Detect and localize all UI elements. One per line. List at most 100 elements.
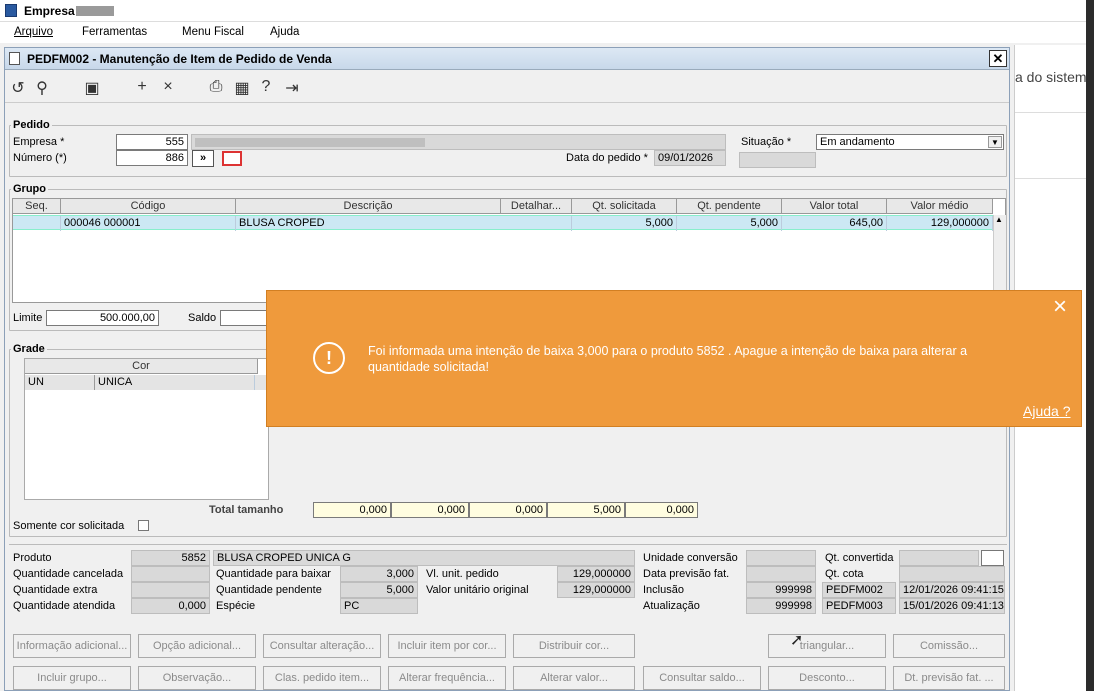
- grade-row[interactable]: UN UNICA: [25, 375, 270, 390]
- vl-unit-field: 129,000000: [557, 566, 635, 582]
- observacao-button[interactable]: Observação...: [138, 666, 256, 690]
- help-icon[interactable]: ?: [255, 78, 277, 96]
- menu-fiscal[interactable]: Menu Fiscal: [182, 26, 244, 38]
- situacao-extra-field: [739, 152, 816, 168]
- especie-field: PC: [340, 598, 418, 614]
- clas-pedido-item-button[interactable]: Clas. pedido item...: [263, 666, 381, 690]
- inclusao-program: PEDFM002: [822, 582, 896, 598]
- window-title: PEDFM002 - Manutenção de Item de Pedido …: [27, 52, 332, 66]
- previsao-fat-field: [746, 566, 816, 582]
- alterar-frequencia-button[interactable]: Alterar frequência...: [388, 666, 506, 690]
- total-tamanho-label: Total tamanho: [209, 504, 284, 516]
- toast-close-icon[interactable]: ×: [1053, 293, 1067, 321]
- background-divider: [1015, 178, 1087, 179]
- total-tamanho-1: 0,000: [313, 502, 391, 518]
- undo-icon[interactable]: ↺: [7, 78, 29, 98]
- menu-arquivo[interactable]: Arquivo: [14, 26, 53, 38]
- inclusao-user: 999998: [746, 582, 816, 598]
- exit-icon[interactable]: ⇥: [281, 78, 303, 98]
- table-row[interactable]: 000046 000001 BLUSA CROPED 5,000 5,000 6…: [13, 215, 993, 231]
- saldo-field[interactable]: [220, 310, 270, 326]
- numero-label: Número (*): [13, 152, 67, 164]
- col-codigo[interactable]: Código: [61, 199, 236, 214]
- toast-message: Foi informada uma intenção de baixa 3,00…: [368, 344, 968, 374]
- distribuir-cor-button[interactable]: Distribuir cor...: [513, 634, 635, 658]
- inclusao-date: 12/01/2026 09:41:15: [899, 582, 1005, 598]
- save-icon[interactable]: ▣: [81, 78, 103, 98]
- close-icon[interactable]: ✕: [989, 50, 1007, 67]
- dt-previsao-fat-button[interactable]: Dt. previsão fat. ...: [893, 666, 1005, 690]
- navigate-button[interactable]: »: [192, 150, 214, 167]
- incluir-item-por-cor-button[interactable]: Incluir item por cor...: [388, 634, 506, 658]
- col-qt-pendente[interactable]: Qt. pendente: [677, 199, 782, 214]
- col-valor-medio[interactable]: Valor médio: [887, 199, 993, 214]
- pedido-heading: Pedido: [11, 119, 52, 131]
- qt-pendente-field: 5,000: [340, 582, 418, 598]
- qt-baixar-field: 3,000: [340, 566, 418, 582]
- add-icon[interactable]: +: [131, 78, 153, 96]
- details-divider: [9, 544, 1007, 545]
- cell-un: UN: [25, 375, 95, 390]
- consultar-alteracao-button[interactable]: Consultar alteração...: [263, 634, 381, 658]
- redacted-empresa-name: [195, 138, 425, 147]
- calendar-icon[interactable]: [222, 151, 242, 166]
- inclusao-label: Inclusão: [643, 584, 684, 596]
- col-descricao[interactable]: Descrição: [236, 199, 501, 214]
- col-seq[interactable]: Seq.: [13, 199, 61, 214]
- situacao-label: Situação *: [741, 136, 792, 148]
- informacao-adicional-button[interactable]: Informação adicional...: [13, 634, 131, 658]
- limite-field[interactable]: 500.000,00: [46, 310, 159, 326]
- print-icon[interactable]: ⎙: [205, 78, 227, 96]
- desconto-button[interactable]: Desconto...: [768, 666, 886, 690]
- empresa-name-field: [191, 134, 726, 150]
- toolbar-divider: [5, 102, 1009, 103]
- col-valor-total[interactable]: Valor total: [782, 199, 887, 214]
- toast-help-link[interactable]: Ajuda ?: [1023, 403, 1070, 419]
- total-tamanho-2: 0,000: [391, 502, 469, 518]
- cell-descricao: BLUSA CROPED: [236, 216, 572, 231]
- col-qt-solicitada[interactable]: Qt. solicitada: [572, 199, 677, 214]
- opcao-adicional-button[interactable]: Opção adicional...: [138, 634, 256, 658]
- background-text: a do sistem: [1015, 69, 1087, 85]
- scroll-up-icon[interactable]: ▲: [995, 215, 1003, 224]
- document-icon: [9, 52, 20, 65]
- empresa-label: Empresa *: [13, 136, 65, 148]
- col-detalhar[interactable]: Detalhar...: [501, 199, 572, 214]
- grade-heading: Grade: [11, 343, 47, 355]
- app-title: Empresa: [24, 4, 75, 18]
- grupo-table: Seq. Código Descrição Detalhar... Qt. so…: [12, 198, 1006, 303]
- limite-label: Limite: [13, 312, 43, 324]
- search-icon[interactable]: ⚲: [31, 78, 53, 98]
- delete-icon[interactable]: ×: [157, 78, 179, 96]
- chevron-down-icon[interactable]: ▼: [988, 136, 1002, 148]
- somente-cor-label: Somente cor solicitada: [13, 520, 125, 532]
- vl-orig-label: Valor unitário original: [426, 584, 529, 596]
- produto-desc-field: BLUSA CROPED UNICA G: [213, 550, 635, 566]
- situacao-select[interactable]: Em andamento ▼: [816, 134, 1004, 150]
- menu-ajuda[interactable]: Ajuda: [270, 26, 299, 38]
- empresa-field[interactable]: 555: [116, 134, 188, 150]
- triangular-button[interactable]: triangular...: [768, 634, 886, 658]
- menu-ferramentas[interactable]: Ferramentas: [82, 26, 147, 38]
- calendar-icon[interactable]: ▦: [231, 78, 253, 98]
- comissao-button[interactable]: Comissão...: [893, 634, 1005, 658]
- menu-bar: Arquivo Ferramentas Menu Fiscal Ajuda: [0, 22, 1086, 43]
- warning-icon: !: [313, 342, 345, 374]
- warning-toast: × ! Foi informada uma intenção de baixa …: [266, 290, 1082, 427]
- total-tamanho-4: 5,000: [547, 502, 625, 518]
- qt-cancelada-label: Quantidade cancelada: [13, 568, 124, 580]
- incluir-grupo-button[interactable]: Incluir grupo...: [13, 666, 131, 690]
- numero-field[interactable]: 886: [116, 150, 188, 166]
- col-cor[interactable]: Cor: [25, 359, 258, 374]
- qt-atendida-label: Quantidade atendida: [13, 600, 116, 612]
- grupo-heading: Grupo: [11, 183, 48, 195]
- consultar-saldo-button[interactable]: Consultar saldo...: [643, 666, 761, 690]
- conversion-icon[interactable]: [981, 550, 1004, 566]
- somente-cor-checkbox[interactable]: [138, 520, 149, 531]
- cell-qt-solicitada: 5,000: [572, 216, 677, 231]
- produto-label: Produto: [13, 552, 52, 564]
- atualizacao-label: Atualização: [643, 600, 700, 612]
- alterar-valor-button[interactable]: Alterar valor...: [513, 666, 635, 690]
- produto-field: 5852: [131, 550, 210, 566]
- app-icon: [5, 4, 17, 17]
